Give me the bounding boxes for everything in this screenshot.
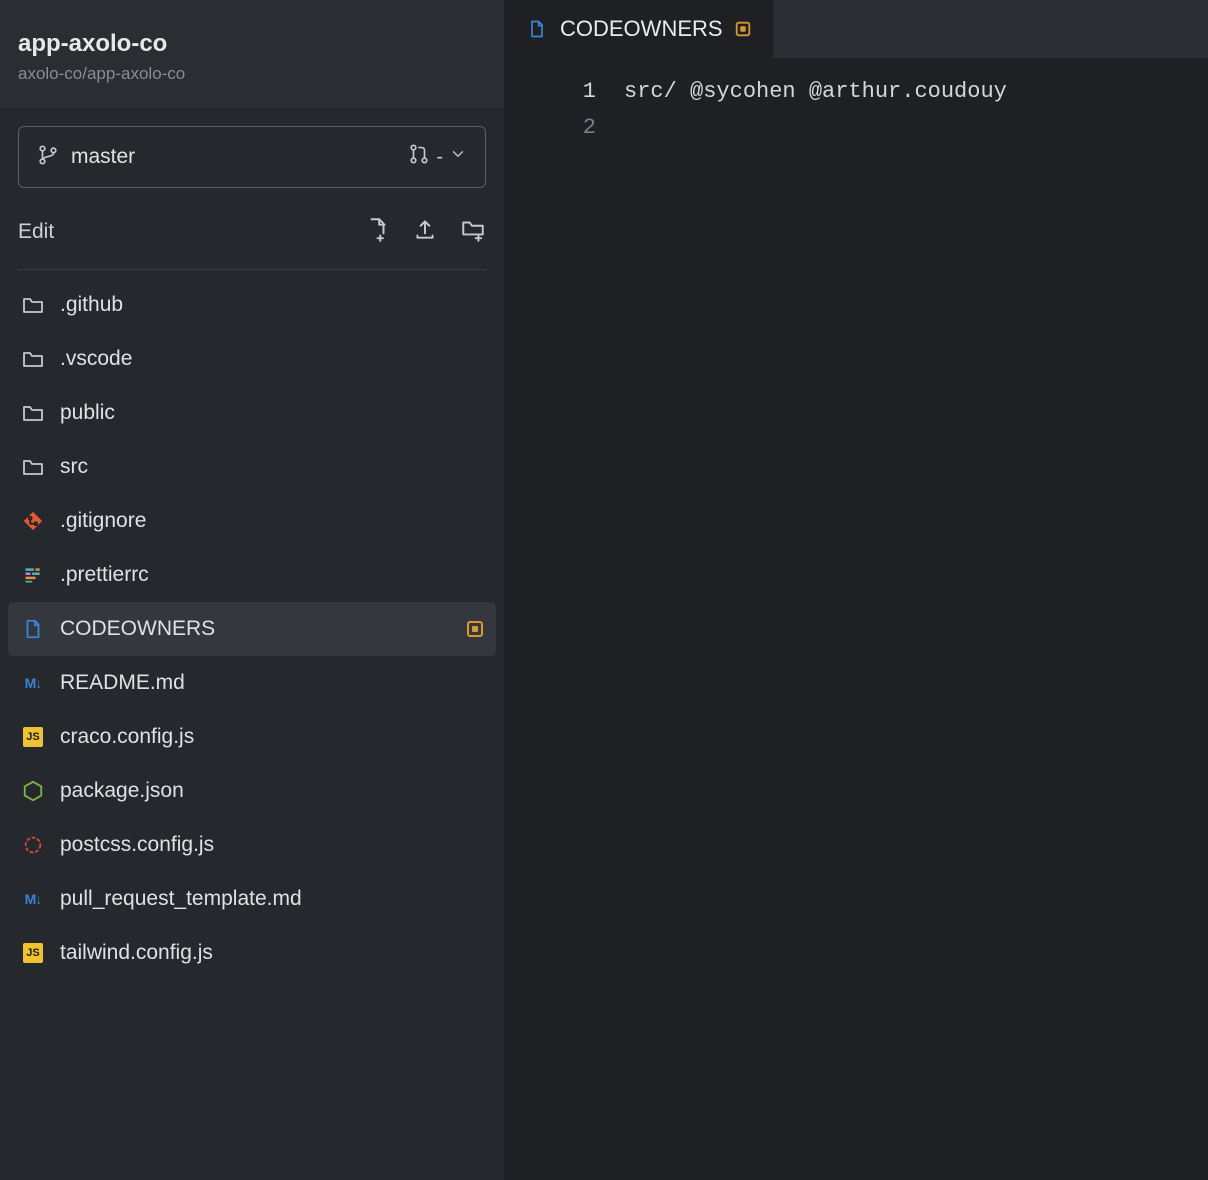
md-icon: M↓ (20, 886, 46, 912)
file-item-readme-md[interactable]: M↓ README.md (8, 656, 496, 710)
modified-indicator-icon (466, 620, 484, 638)
file-item-postcss-config-js[interactable]: postcss.config.js (8, 818, 496, 872)
file-name: package.json (60, 779, 184, 803)
file-name: .github (60, 293, 123, 317)
new-folder-icon[interactable] (460, 216, 486, 247)
file-name: .vscode (60, 347, 132, 371)
pr-count: - (436, 146, 443, 169)
edit-toolbar: Edit (0, 188, 504, 257)
prettier-icon (20, 562, 46, 588)
pull-request-icon (408, 143, 430, 171)
file-item-codeowners[interactable]: CODEOWNERS (8, 602, 496, 656)
git-icon (20, 508, 46, 534)
chevron-down-icon (449, 145, 467, 169)
file-item--prettierrc[interactable]: .prettierrc (8, 548, 496, 602)
file-name: public (60, 401, 115, 425)
repo-title: app-axolo-co (18, 30, 486, 58)
file-name: craco.config.js (60, 725, 194, 749)
branch-name: master (71, 145, 135, 169)
line-gutter: 12 (504, 74, 624, 1180)
modified-indicator-icon (735, 22, 749, 36)
file-list: .github .vscode public src .gitignore .pretti… (0, 278, 504, 980)
upload-icon[interactable] (412, 216, 438, 247)
repo-header: app-axolo-co axolo-co/app-axolo-co (0, 0, 504, 108)
file-item-pull-request-template-md[interactable]: M↓ pull_request_template.md (8, 872, 496, 926)
file-item--vscode[interactable]: .vscode (8, 332, 496, 386)
file-item-src[interactable]: src (8, 440, 496, 494)
node-icon (20, 778, 46, 804)
editor-pane: CODEOWNERS 12 src/ @sycohen @arthur.coud… (504, 0, 1208, 1180)
code-line[interactable]: src/ @sycohen @arthur.coudouy (624, 74, 1208, 110)
line-number: 1 (504, 74, 596, 110)
file-blue-icon (20, 616, 46, 642)
file-item-craco-config-js[interactable]: JS craco.config.js (8, 710, 496, 764)
folder-icon (20, 400, 46, 426)
file-name: README.md (60, 671, 185, 695)
file-name: pull_request_template.md (60, 887, 302, 911)
file-item-tailwind-config-js[interactable]: JS tailwind.config.js (8, 926, 496, 980)
code-lines[interactable]: src/ @sycohen @arthur.coudouy (624, 74, 1208, 1180)
js-icon: JS (20, 940, 46, 966)
new-file-icon[interactable] (364, 216, 390, 247)
file-item--gitignore[interactable]: .gitignore (8, 494, 496, 548)
tab-filename: CODEOWNERS (560, 16, 723, 42)
repo-path: axolo-co/app-axolo-co (18, 64, 486, 84)
file-name: CODEOWNERS (60, 617, 215, 641)
file-explorer-sidebar: app-axolo-co axolo-co/app-axolo-co maste… (0, 0, 504, 1180)
file-name: src (60, 455, 88, 479)
code-area[interactable]: 12 src/ @sycohen @arthur.coudouy (504, 58, 1208, 1180)
branch-row: master - (0, 108, 504, 188)
file-name: tailwind.config.js (60, 941, 213, 965)
file-name: .gitignore (60, 509, 146, 533)
file-blue-icon (526, 18, 548, 40)
line-number: 2 (504, 110, 596, 146)
git-branch-icon (37, 144, 59, 171)
folder-icon (20, 454, 46, 480)
divider (18, 269, 486, 270)
edit-label: Edit (18, 220, 54, 244)
md-icon: M↓ (20, 670, 46, 696)
file-item-public[interactable]: public (8, 386, 496, 440)
file-name: .prettierrc (60, 563, 149, 587)
tab-codeowners[interactable]: CODEOWNERS (504, 0, 773, 58)
postcss-icon (20, 832, 46, 858)
branch-selector[interactable]: master - (18, 126, 486, 188)
file-item-package-json[interactable]: package.json (8, 764, 496, 818)
file-name: postcss.config.js (60, 833, 214, 857)
js-icon: JS (20, 724, 46, 750)
folder-icon (20, 346, 46, 372)
code-line[interactable] (624, 110, 1208, 146)
file-item--github[interactable]: .github (8, 278, 496, 332)
folder-icon (20, 292, 46, 318)
tab-bar: CODEOWNERS (504, 0, 1208, 58)
